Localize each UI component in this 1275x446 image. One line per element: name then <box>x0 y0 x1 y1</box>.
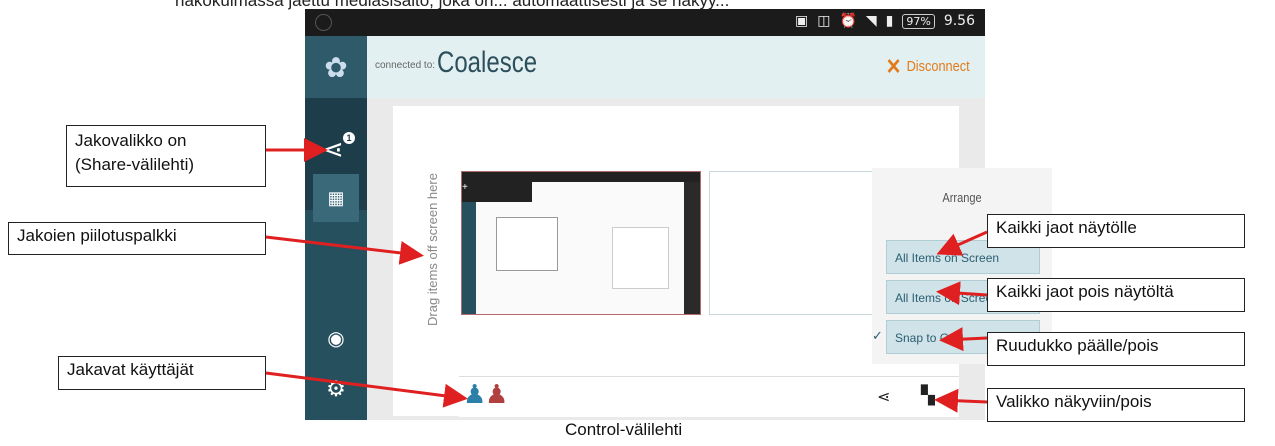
arrow-hide-bar <box>265 235 424 265</box>
arrow-menu-toggle <box>934 388 988 413</box>
bottom-caption: Control-välilehti <box>565 420 683 439</box>
annotation-arrows <box>265 138 988 413</box>
arrow-users <box>265 371 468 408</box>
arrow-all-off <box>936 281 988 306</box>
arrow-all-on <box>936 230 988 256</box>
arrow-grid <box>939 327 988 352</box>
